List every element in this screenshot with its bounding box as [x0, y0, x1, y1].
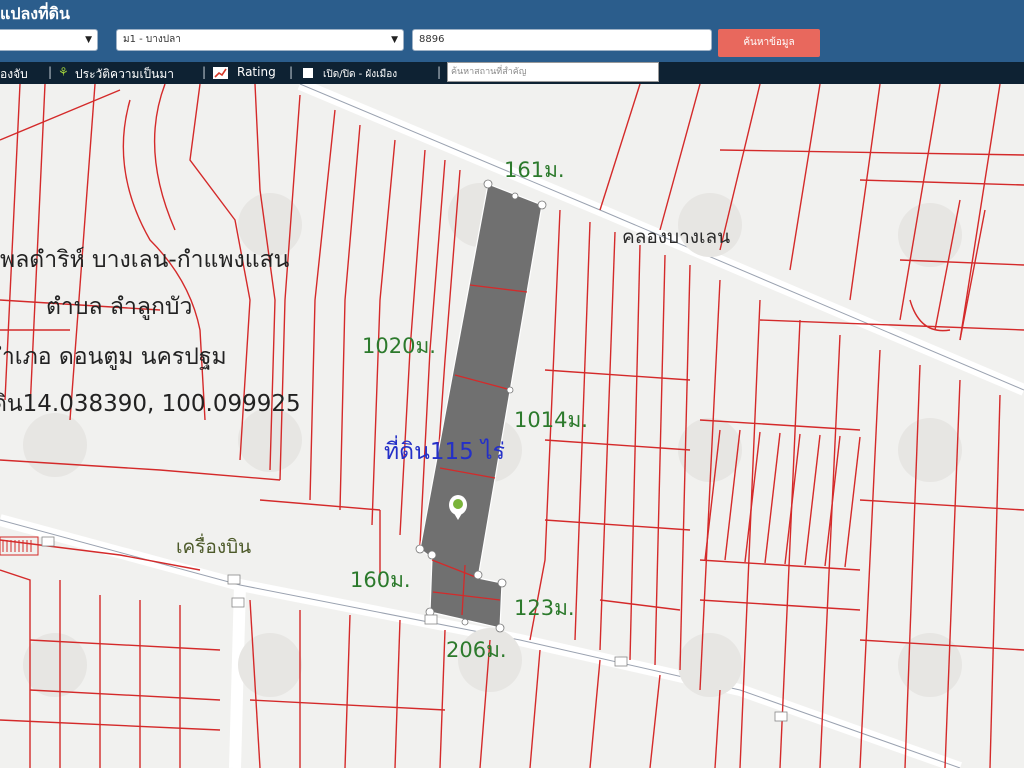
chevron-down-icon: ▼	[391, 35, 398, 45]
header-bar: แปลงที่ดิน ▼ ม1 - บางปลา ▼ 8896 ค้นหาข้อ…	[0, 0, 1024, 62]
canal-label: คลองบางเลน	[622, 226, 731, 248]
toolbar-separator: |	[48, 65, 53, 79]
parcel-number-input[interactable]: 8896	[412, 29, 712, 51]
search-button[interactable]: ค้นหาข้อมูล	[718, 29, 820, 57]
chevron-down-icon: ▼	[85, 35, 92, 45]
toolbar-separator: |	[289, 65, 294, 79]
toolbar-rating[interactable]: Rating	[237, 65, 276, 79]
measurement-west: 1020ม.	[362, 334, 436, 358]
parcel-number-value: 8896	[419, 34, 445, 45]
place-label: เครื่องบิน	[176, 536, 252, 558]
measurement-east: 1014ม.	[514, 408, 588, 432]
chart-icon	[213, 67, 228, 82]
area-label: ที่ดิน115 ไร่	[384, 439, 505, 465]
info-line-3: อำเภอ ดอนตูม นครปฐม	[0, 344, 227, 370]
page-title: แปลงที่ดิน	[0, 4, 70, 23]
measurement-south-west: 160ม.	[350, 568, 411, 592]
toolbar-separator: |	[202, 65, 207, 79]
toolbar-history[interactable]: ประวัติความเป็นมา	[75, 65, 174, 84]
info-line-2: ตำบล ลำลูกบัว	[46, 294, 193, 320]
measurement-north: 161ม.	[504, 158, 565, 182]
measurement-south: 206ม.	[446, 638, 507, 662]
sprout-icon: ⚘	[58, 65, 69, 79]
toolbar-item-partial[interactable]: องจับ	[0, 65, 28, 84]
map-view[interactable]: ธพลดำริห์ บางเลน-กำแพงแสน ตำบล ลำลูกบัว …	[0, 84, 1024, 768]
info-line-1: ธพลดำริห์ บางเลน-กำแพงแสน	[0, 247, 290, 273]
toolbar-separator: |	[437, 65, 442, 79]
place-search-input[interactable]: ค้นหาสถานที่สำคัญ	[447, 62, 659, 82]
subdistrict-select-value: ม1 - บางปลา	[123, 34, 181, 45]
toggle-checkbox-icon[interactable]	[303, 67, 313, 81]
district-select[interactable]: ▼	[0, 29, 98, 51]
info-line-4: ดิน14.038390, 100.099925	[0, 391, 301, 417]
toolbar-toggle-plan[interactable]: เปิด/ปิด - ผังเมือง	[323, 67, 397, 82]
subdistrict-select[interactable]: ม1 - บางปลา ▼	[116, 29, 404, 51]
measurement-south-east: 123ม.	[514, 596, 575, 620]
